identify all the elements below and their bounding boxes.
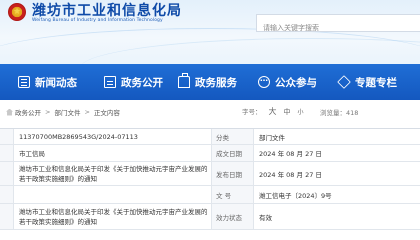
font-size-medium-button[interactable]: 中 — [284, 108, 291, 116]
row-label: 效力状态 — [212, 204, 254, 229]
nav-item-service[interactable]: 政务服务 — [178, 64, 237, 100]
font-size-label: 字号： — [242, 108, 262, 116]
font-size-large-button[interactable]: 大 — [269, 107, 277, 116]
main-nav: 新闻动态 政务公开 政务服务 公众参与 专题专栏 — [0, 64, 420, 100]
site-header: 潍坊市工业和信息化局 Weifang Bureau of Industry an… — [0, 0, 420, 64]
emblem-logo — [8, 3, 26, 21]
breadcrumb-item[interactable]: 部门文件 — [54, 107, 80, 117]
document-info-table: 11370700MB2869543G/2024-07113 分类 部门文件 市工… — [0, 128, 420, 240]
row-label — [0, 145, 14, 161]
row-label — [0, 162, 14, 185]
nav-item-participation[interactable]: 公众参与 — [258, 64, 317, 100]
nav-item-label: 公众参与 — [275, 76, 317, 89]
row-label — [0, 204, 14, 229]
briefcase-icon — [178, 73, 190, 88]
breadcrumb-item[interactable]: 政务公开 — [15, 107, 41, 117]
font-size-control: 字号： 大中小 — [242, 106, 304, 117]
nav-item-public[interactable]: 政务公开 — [104, 64, 163, 100]
category-value: 部门文件 — [259, 133, 285, 142]
table-row: 文 号 潍工信电子〔2024〕9号 — [0, 186, 420, 204]
view-count: 浏览量：418 — [320, 107, 358, 117]
breadcrumb-separator: > — [45, 108, 51, 116]
breadcrumb: 政务公开 > 部门文件 > 正文内容 — [6, 107, 120, 117]
validity-status-value: 有效 — [259, 213, 272, 222]
publisher-value: 市工信局 — [14, 145, 212, 161]
search-input[interactable] — [257, 20, 420, 36]
nav-item-news[interactable]: 新闻动态 — [18, 64, 77, 100]
row-label — [0, 186, 14, 203]
breadcrumb-current: 正文内容 — [93, 109, 120, 117]
publish-date-value: 2024 年 08 月 27 日 — [259, 170, 322, 179]
row-label — [0, 129, 14, 144]
empty-value — [14, 186, 212, 203]
row-label: 文 号 — [212, 186, 254, 203]
document-subject-value: 潍坊市工业和信息化局关于印发《关于加快推动元宇宙产业发展的若干政策实施细则》的通… — [14, 204, 212, 229]
document-icon — [104, 76, 116, 88]
view-count-value: 418 — [346, 109, 359, 117]
topic-icon — [337, 75, 351, 89]
row-label: 分类 — [212, 129, 254, 144]
document-title-value: 潍坊市工业和信息化局关于印发《关于加快推动元宇宙产业发展的若干政策实施细则》的通… — [14, 162, 212, 185]
nav-item-label: 政务服务 — [195, 76, 237, 89]
table-row: 11370700MB2869543G/2024-07113 分类 部门文件 — [0, 129, 420, 145]
row-label: 发布日期 — [212, 162, 254, 185]
site-subtitle: Weifang Bureau of Industry and Informati… — [32, 18, 163, 23]
breadcrumb-separator: > — [84, 108, 90, 116]
news-icon — [18, 76, 30, 88]
document-title-text: 潍坊市工业和信息化局关于印发《关于加快推动元宇宙产业发展的若干政策实施细则》的通… — [19, 164, 208, 183]
nav-item-label: 政务公开 — [121, 76, 163, 89]
site-title[interactable]: 潍坊市工业和信息化局 — [32, 0, 182, 20]
table-row: 市工信局 成文日期 2024 年 08 月 27 日 — [0, 145, 420, 162]
written-date-value: 2024 年 08 月 27 日 — [259, 150, 322, 158]
table-row: 潍坊市工业和信息化局关于印发《关于加快推动元宇宙产业发展的若干政策实施细则》的通… — [0, 162, 420, 186]
chat-icon — [258, 74, 270, 88]
nav-item-topics[interactable]: 专题专栏 — [337, 64, 397, 100]
nav-item-label: 专题专栏 — [355, 76, 397, 89]
home-icon — [6, 108, 13, 116]
view-count-label: 浏览量： — [320, 109, 346, 117]
document-number-value: 潍工信电子〔2024〕9号 — [259, 191, 332, 200]
index-number-value: 11370700MB2869543G/2024-07113 — [14, 129, 212, 144]
quick-links — [262, 38, 316, 46]
table-row: 潍坊市工业和信息化局关于印发《关于加快推动元宇宙产业发展的若干政策实施细则》的通… — [0, 204, 420, 230]
row-label: 成文日期 — [212, 145, 254, 161]
search-box — [256, 14, 420, 36]
nav-item-label: 新闻动态 — [35, 76, 77, 89]
document-subject-text: 潍坊市工业和信息化局关于印发《关于加快推动元宇宙产业发展的若干政策实施细则》的通… — [19, 207, 208, 226]
font-size-small-button[interactable]: 小 — [298, 109, 304, 116]
